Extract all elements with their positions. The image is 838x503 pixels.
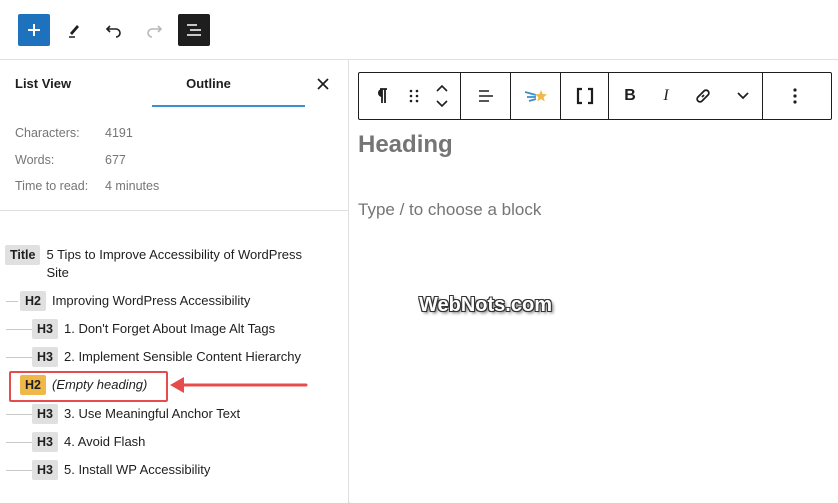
watermark: WebNots.com <box>419 294 552 316</box>
stat-value: 4 minutes <box>105 179 160 193</box>
close-icon <box>317 78 329 90</box>
brackets-icon <box>576 87 593 105</box>
level-badge: H3 <box>32 404 58 424</box>
arrow-annotation <box>170 377 308 393</box>
stat-time-to-read: Time to read: 4 minutes <box>15 179 159 206</box>
paragraph-icon <box>378 88 387 103</box>
outline-connector <box>6 470 32 471</box>
heading-block[interactable]: Heading <box>358 131 453 159</box>
options-group <box>763 73 827 119</box>
outline-item-h3[interactable]: H3 2. Implement Sensible Content Hierarc… <box>32 347 301 367</box>
italic-button[interactable]: I <box>651 73 681 119</box>
align-button[interactable] <box>461 73 510 119</box>
level-badge: H3 <box>32 319 58 339</box>
shooting-star-icon <box>524 90 547 102</box>
outline-connector <box>6 442 32 443</box>
highlight-box <box>9 371 168 402</box>
stat-characters: Characters: 4191 <box>15 126 159 153</box>
tab-list-view[interactable]: List View <box>15 60 71 108</box>
tab-outline[interactable]: Outline <box>152 60 305 108</box>
editor-canvas: B I Heading Type / to choose a block Web… <box>350 60 838 503</box>
level-badge: H2 <box>20 291 46 311</box>
stat-label: Words: <box>15 152 55 167</box>
block-placeholder[interactable]: Type / to choose a block <box>358 200 541 220</box>
stat-label: Time to read: <box>15 179 89 193</box>
outline-connector <box>6 357 32 358</box>
divider <box>0 210 349 211</box>
stat-value: 677 <box>105 152 126 167</box>
sidebar-tabs: List View Outline <box>0 60 349 108</box>
outline-item-h3[interactable]: H3 4. Avoid Flash <box>32 432 145 452</box>
document-stats: Characters: 4191 Words: 677 Time to read… <box>15 126 159 206</box>
level-badge: H3 <box>32 347 58 367</box>
more-formatting-button[interactable] <box>725 73 761 119</box>
move-up-down-button[interactable] <box>425 73 459 119</box>
outline-item-text: 4. Avoid Flash <box>63 434 146 449</box>
close-sidebar-button[interactable] <box>311 72 335 96</box>
outline-item-text: 3. Use Meaningful Anchor Text <box>63 406 241 421</box>
plugin-button[interactable] <box>511 73 560 119</box>
block-mover-group <box>359 73 461 119</box>
block-toolbar: B I <box>358 72 832 120</box>
outline-item-text: 5 Tips to Improve Accessibility of WordP… <box>46 245 302 282</box>
outline-item-h3[interactable]: H3 5. Install WP Accessibility <box>32 460 210 480</box>
drag-handle-icon <box>409 89 419 103</box>
undo-button[interactable] <box>98 14 130 46</box>
chevron-down-icon <box>737 92 749 100</box>
redo-icon <box>147 25 163 38</box>
stat-value: 4191 <box>105 126 133 140</box>
outline-item-h3[interactable]: H3 1. Don't Forget About Image Alt Tags <box>32 319 275 339</box>
level-badge: H3 <box>32 432 58 452</box>
undo-icon <box>105 25 121 38</box>
outline-item-title[interactable]: Title 5 Tips to Improve Accessibility of… <box>5 245 302 282</box>
redo-button[interactable] <box>138 14 170 46</box>
outline-text-line1: 5 Tips to Improve Accessibility of WordP… <box>46 247 303 262</box>
plugin-group <box>511 73 561 119</box>
link-button[interactable] <box>681 73 725 119</box>
outline-connector <box>6 414 32 415</box>
drag-handle[interactable] <box>403 73 425 119</box>
active-tab-indicator <box>152 105 305 107</box>
top-toolbar <box>0 0 838 60</box>
document-overview-icon <box>187 24 201 36</box>
block-options-button[interactable] <box>780 73 810 119</box>
stat-words: Words: 677 <box>15 153 159 180</box>
outline-item-text: 2. Implement Sensible Content Hierarchy <box>63 349 301 364</box>
paragraph-transform-button[interactable] <box>359 73 403 119</box>
outline-text-line2: Site <box>46 265 69 280</box>
align-left-icon <box>478 90 493 102</box>
document-overview-button[interactable] <box>178 14 210 46</box>
outline-connector <box>6 329 32 330</box>
bold-button[interactable]: B <box>609 73 651 119</box>
shortcode-group <box>561 73 609 119</box>
level-badge: H3 <box>32 460 58 480</box>
outline-item-h2[interactable]: H2 Improving WordPress Accessibility <box>20 291 250 311</box>
outline-item-text: 5. Install WP Accessibility <box>63 462 211 477</box>
more-vertical-icon <box>793 88 797 104</box>
add-block-button[interactable] <box>18 14 50 46</box>
pencil-icon <box>69 25 79 38</box>
outline-connector <box>6 301 18 302</box>
plus-icon <box>28 24 40 36</box>
level-badge: Title <box>5 245 41 265</box>
link-icon <box>696 89 710 103</box>
edit-mode-button[interactable] <box>58 14 90 46</box>
format-group: B I <box>609 73 763 119</box>
stat-label: Characters: <box>15 126 80 140</box>
outline-item-text: Improving WordPress Accessibility <box>51 293 251 308</box>
align-group <box>461 73 511 119</box>
chevron-up-down-icon <box>436 84 448 108</box>
outline-item-h3[interactable]: H3 3. Use Meaningful Anchor Text <box>32 404 240 424</box>
outline-item-text: 1. Don't Forget About Image Alt Tags <box>63 321 276 336</box>
shortcode-button[interactable] <box>561 73 608 119</box>
